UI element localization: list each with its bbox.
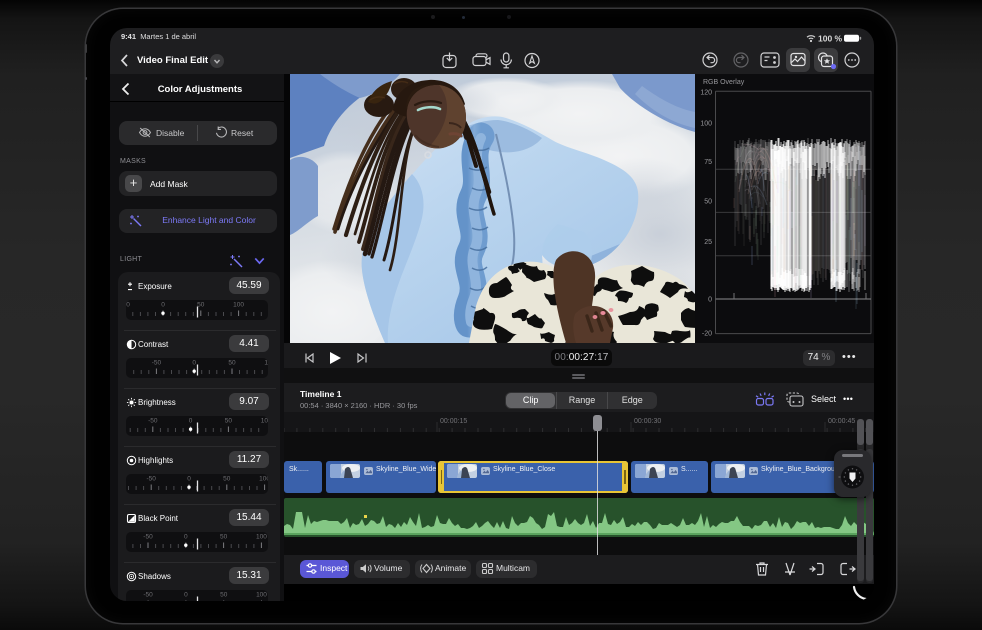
svg-text:0: 0	[161, 302, 165, 309]
svg-text:25: 25	[704, 239, 712, 246]
svg-text:100: 100	[264, 360, 268, 367]
svg-text:-50: -50	[143, 592, 153, 599]
svg-text:100 %: 100 %	[818, 33, 843, 43]
svg-text:100: 100	[700, 121, 712, 128]
svg-text:50: 50	[223, 476, 231, 483]
svg-text:50: 50	[225, 418, 233, 425]
svg-text:-50: -50	[126, 302, 130, 309]
svg-text:50: 50	[220, 592, 228, 599]
svg-text:00:00:30: 00:00:30	[634, 418, 661, 425]
svg-text:00:00:45: 00:00:45	[828, 418, 855, 425]
svg-text:00:00:15: 00:00:15	[440, 418, 467, 425]
svg-text:-50: -50	[152, 360, 162, 367]
svg-text:50: 50	[704, 199, 712, 206]
svg-text:100: 100	[259, 476, 268, 483]
svg-text:0: 0	[708, 297, 712, 304]
svg-text:-20: -20	[702, 331, 712, 338]
svg-text:100: 100	[261, 418, 268, 425]
svg-text:-50: -50	[146, 476, 156, 483]
svg-text:120: 120	[700, 90, 712, 97]
svg-text:100: 100	[233, 302, 244, 309]
svg-text:-50: -50	[143, 534, 153, 541]
svg-text:0: 0	[184, 592, 188, 599]
svg-text:-50: -50	[148, 418, 158, 425]
svg-text:50: 50	[197, 302, 205, 309]
svg-text:0: 0	[192, 360, 196, 367]
svg-text:50: 50	[220, 534, 228, 541]
svg-text:100: 100	[256, 592, 267, 599]
svg-text:0: 0	[184, 534, 188, 541]
svg-text:0: 0	[189, 418, 193, 425]
svg-text:100: 100	[256, 534, 267, 541]
svg-text:50: 50	[228, 360, 236, 367]
svg-text:0: 0	[187, 476, 191, 483]
svg-text:75: 75	[704, 159, 712, 166]
